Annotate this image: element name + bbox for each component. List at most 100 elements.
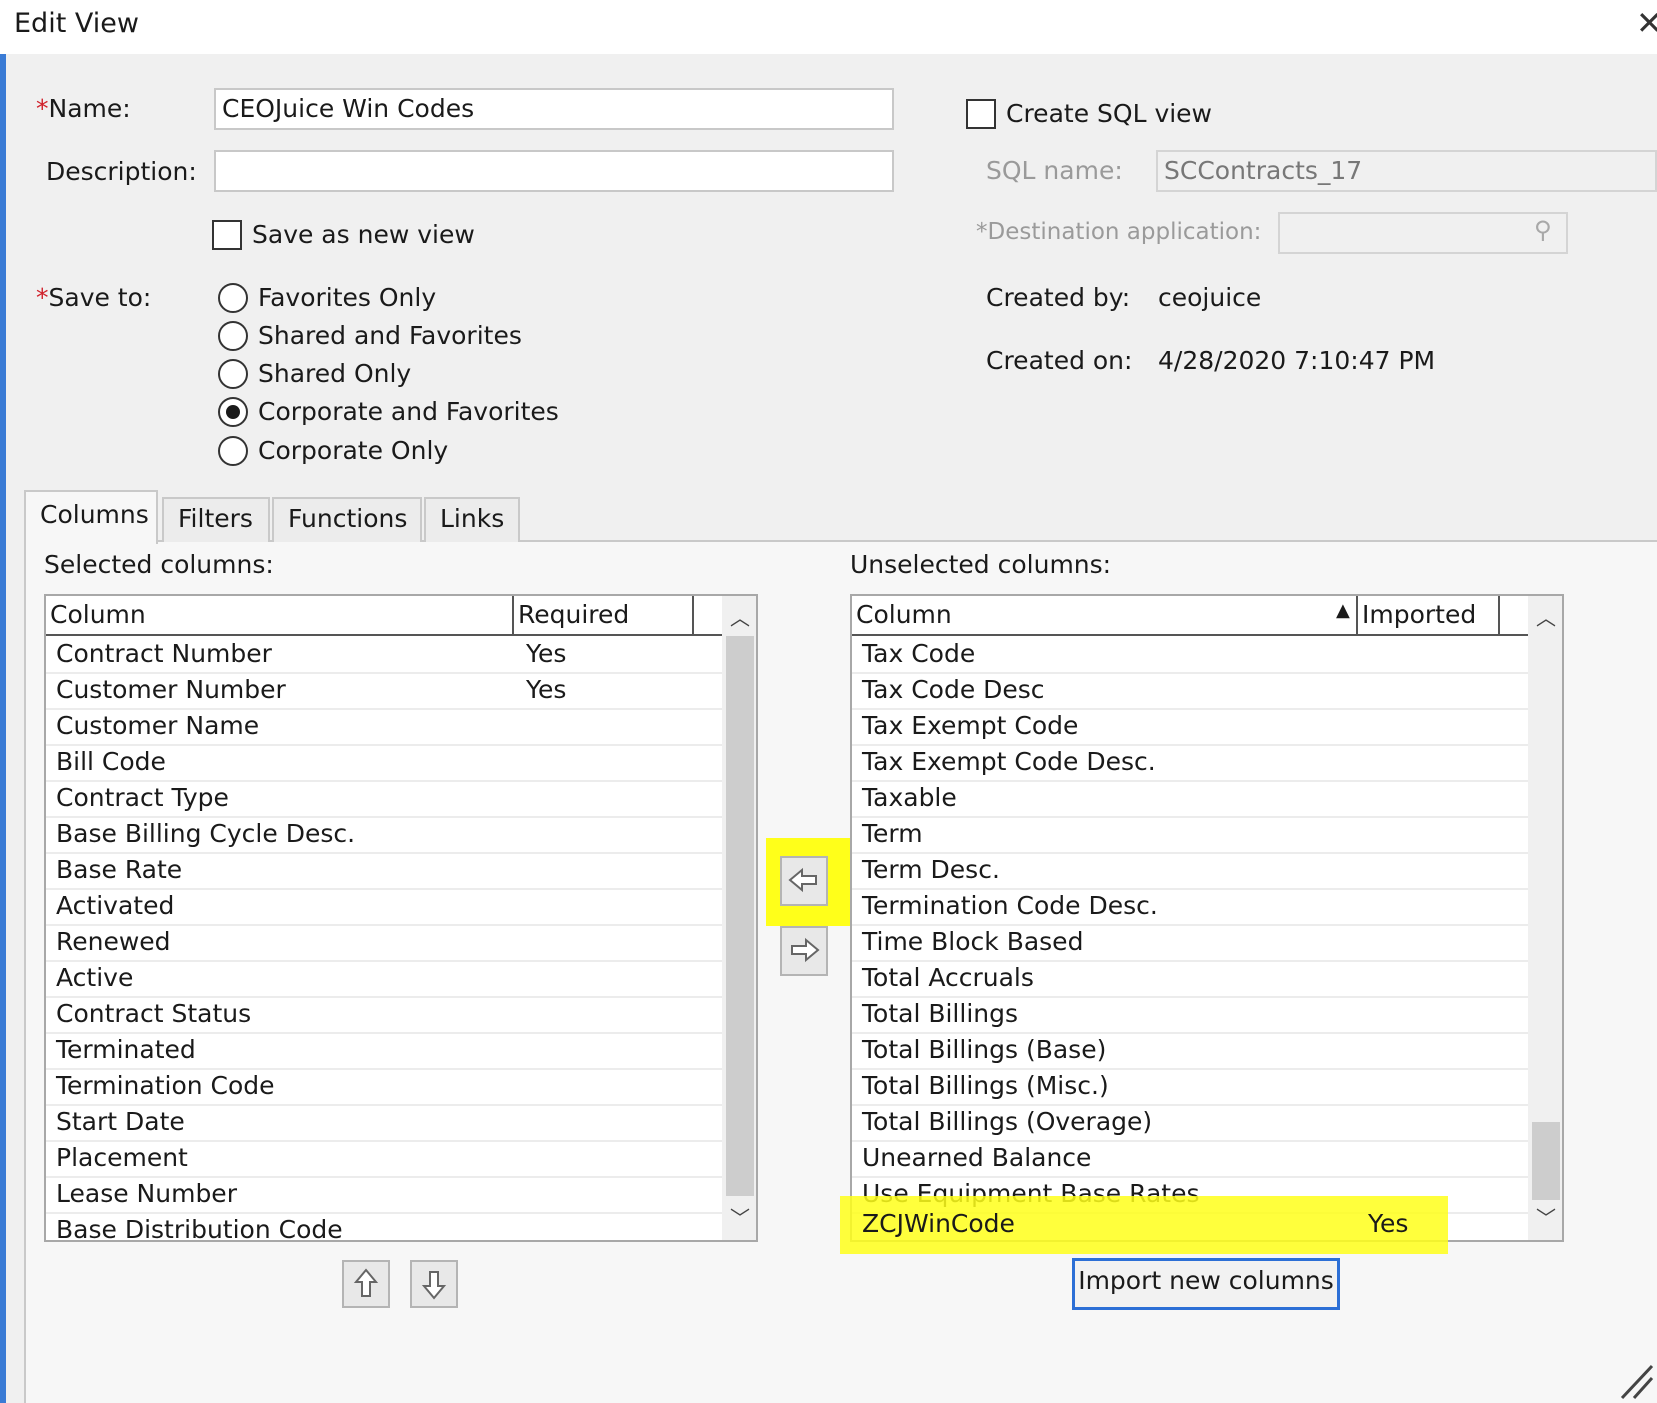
description-input[interactable] — [214, 150, 894, 192]
table-row[interactable]: Terminated — [46, 1032, 756, 1070]
window-edge — [0, 0, 6, 1403]
table-row[interactable]: Unearned Balance — [852, 1140, 1562, 1178]
radio-shared-and-favorites[interactable] — [218, 321, 248, 351]
cell-column: Termination Code — [56, 1071, 275, 1100]
destination-label: *Destination application: — [976, 219, 1262, 245]
cell-column: Terminated — [56, 1035, 196, 1064]
highlighted-row-label: ZCJWinCode — [862, 1209, 1015, 1238]
name-label: *Name: — [36, 94, 131, 123]
table-row[interactable]: Lease Number — [46, 1176, 756, 1214]
table-row[interactable]: Tax Exempt Code — [852, 708, 1562, 746]
table-row[interactable]: Tax Code Desc — [852, 672, 1562, 710]
chevron-down-icon[interactable]: ﹀ — [730, 1202, 750, 1231]
create-sql-checkbox[interactable] — [966, 99, 996, 129]
table-row[interactable]: Contract Number Yes — [46, 636, 756, 674]
radio-label-shared-only: Shared Only — [258, 359, 412, 388]
tab-filters[interactable]: Filters — [162, 497, 270, 542]
tab-columns[interactable]: Columns — [24, 490, 158, 544]
table-row[interactable]: Base Rate — [46, 852, 756, 890]
table-row[interactable]: Total Billings (Overage) — [852, 1104, 1562, 1142]
cell-column: Term Desc. — [862, 855, 1000, 884]
resize-grip-icon[interactable] — [1618, 1360, 1654, 1400]
name-input[interactable]: CEOJuice Win Codes — [214, 88, 894, 130]
table-row[interactable]: Customer Name — [46, 708, 756, 746]
cell-column: Unearned Balance — [862, 1143, 1092, 1172]
sql-name-input[interactable]: SCContracts_17 — [1156, 150, 1657, 192]
radio-shared-only[interactable] — [218, 359, 248, 389]
cell-column: Total Billings — [862, 999, 1019, 1028]
table-row[interactable]: Contract Status — [46, 996, 756, 1034]
radio-corporate-only[interactable] — [218, 436, 248, 466]
table-row[interactable]: Placement — [46, 1140, 756, 1178]
move-right-button[interactable] — [780, 926, 828, 976]
header-column[interactable]: Column — [856, 600, 952, 629]
import-new-columns-button[interactable]: Import new columns — [1072, 1258, 1340, 1310]
chevron-up-icon[interactable]: ︿ — [730, 602, 750, 631]
table-row[interactable]: Termination Code Desc. — [852, 888, 1562, 926]
table-row[interactable]: Tax Code — [852, 636, 1562, 674]
radio-label-favorites-only: Favorites Only — [258, 283, 437, 312]
table-row[interactable]: Term Desc. — [852, 852, 1562, 890]
move-up-button[interactable] — [342, 1260, 390, 1308]
chevron-up-icon[interactable]: ︿ — [1536, 602, 1556, 631]
table-row[interactable]: Start Date — [46, 1104, 756, 1142]
selected-grid-header: Column Required — [46, 596, 756, 636]
cell-column: Time Block Based — [862, 927, 1084, 956]
cell-column: Tax Code — [862, 639, 976, 668]
cell-column: Contract Status — [56, 999, 252, 1028]
save-as-new-label: Save as new view — [252, 220, 475, 249]
radio-label-corporate-and-favorites: Corporate and Favorites — [258, 397, 559, 426]
created-by-value: ceojuice — [1158, 283, 1262, 312]
table-row[interactable]: Bill Code — [46, 744, 756, 782]
description-label: Description: — [46, 157, 197, 186]
header-separator — [1498, 596, 1500, 636]
table-row[interactable]: Renewed — [46, 924, 756, 962]
table-row[interactable]: Taxable — [852, 780, 1562, 818]
header-required[interactable]: Required — [518, 600, 629, 629]
scroll-thumb[interactable] — [1532, 1122, 1560, 1200]
cell-column: Contract Number — [56, 639, 272, 668]
table-row[interactable]: Total Billings (Base) — [852, 1032, 1562, 1070]
table-row[interactable]: Active — [46, 960, 756, 998]
cell-column: Customer Name — [56, 711, 260, 740]
table-row[interactable]: Base Distribution Code — [46, 1212, 756, 1240]
move-down-button[interactable] — [410, 1260, 458, 1308]
header-separator — [512, 596, 514, 636]
table-row[interactable]: Term — [852, 816, 1562, 854]
header-column[interactable]: Column — [50, 600, 146, 629]
cell-column: Term — [862, 819, 923, 848]
sort-ascending-icon: ▲ — [1336, 600, 1350, 621]
table-row[interactable]: Base Billing Cycle Desc. — [46, 816, 756, 854]
chevron-down-icon[interactable]: ﹀ — [1536, 1202, 1556, 1231]
destination-input[interactable] — [1278, 212, 1568, 254]
cell-column: Tax Code Desc — [862, 675, 1045, 704]
edit-view-dialog: Edit View ✕ *Name: CEOJuice Win Codes De… — [0, 0, 1657, 1403]
table-row[interactable]: Total Accruals — [852, 960, 1562, 998]
table-row[interactable]: Total Billings (Misc.) — [852, 1068, 1562, 1106]
magnifier-icon[interactable]: ⚲ — [1534, 216, 1552, 244]
table-row[interactable]: Termination Code — [46, 1068, 756, 1106]
cell-column: Total Accruals — [862, 963, 1034, 992]
selected-scrollbar[interactable]: ︿ ﹀ — [722, 596, 756, 1240]
header-imported[interactable]: Imported — [1362, 600, 1476, 629]
table-row[interactable]: Tax Exempt Code Desc. — [852, 744, 1562, 782]
tab-links[interactable]: Links — [424, 497, 520, 542]
save-as-new-checkbox[interactable] — [212, 220, 242, 250]
table-row[interactable]: Contract Type — [46, 780, 756, 818]
close-icon[interactable]: ✕ — [1636, 4, 1657, 42]
move-left-button[interactable] — [780, 856, 828, 906]
cell-column: Total Billings (Misc.) — [862, 1071, 1109, 1100]
table-row[interactable]: Total Billings — [852, 996, 1562, 1034]
created-on-value: 4/28/2020 7:10:47 PM — [1158, 346, 1436, 375]
scroll-thumb[interactable] — [726, 636, 754, 1196]
arrow-left-icon — [788, 867, 817, 893]
radio-corporate-and-favorites[interactable] — [218, 397, 248, 427]
table-row[interactable]: Customer Number Yes — [46, 672, 756, 710]
unselected-scrollbar[interactable]: ︿ ﹀ — [1528, 596, 1562, 1240]
radio-favorites-only[interactable] — [218, 283, 248, 313]
table-row[interactable]: Time Block Based — [852, 924, 1562, 962]
created-by-label: Created by: — [986, 283, 1131, 312]
tab-functions[interactable]: Functions — [272, 497, 422, 542]
radio-label-corporate-only: Corporate Only — [258, 436, 449, 465]
table-row[interactable]: Activated — [46, 888, 756, 926]
